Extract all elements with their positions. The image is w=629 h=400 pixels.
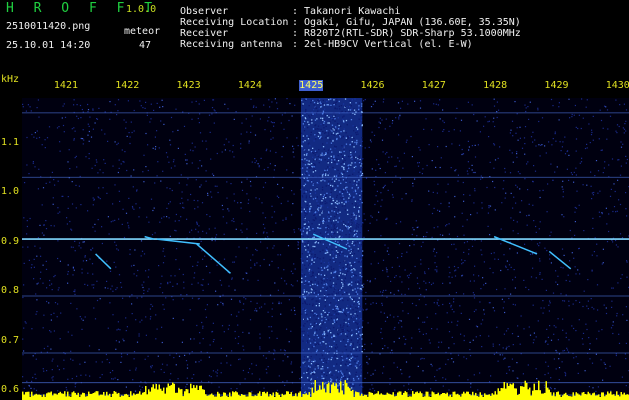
x-tick-label: 1428 [483, 80, 508, 91]
y-tick-label: 1.1 [1, 136, 20, 148]
file-name: 2510011420.png [6, 21, 91, 32]
x-tick-label: 1426 [360, 80, 385, 91]
x-tick-label: 1422 [115, 80, 140, 91]
y-tick-label: 0.8 [1, 285, 20, 297]
x-tick-label: 1425 [299, 80, 324, 91]
x-tick-label: 1430 [605, 80, 629, 91]
y-axis-unit: kHz [1, 74, 20, 85]
observation-datetime: 25.10.01 14:20 [6, 40, 91, 51]
header-panel: H R O F F T 1.0.0 2510011420.png meteor … [0, 0, 629, 76]
x-tick-label: 1423 [176, 80, 201, 91]
x-tick-label: 1429 [544, 80, 569, 91]
x-tick-label: 1427 [421, 80, 446, 91]
mode-label: meteor [124, 26, 161, 37]
x-tick-label: 1424 [237, 80, 262, 91]
meteor-count: 47 [139, 40, 152, 51]
spectrogram-canvas [22, 98, 629, 400]
y-tick-label: 0.6 [1, 384, 20, 396]
spectrogram [22, 98, 629, 400]
y-tick-label: 0.9 [1, 235, 20, 247]
info-key: Receiving antenna [180, 39, 283, 50]
app-version: 1.0.0 [126, 4, 157, 15]
info-value: : 2el-HB9CV Vertical (el. E-W) [292, 39, 473, 50]
x-tick-label: 1421 [53, 80, 78, 91]
x-axis: kHz 1421 1422 1423 1424 1425 1426 1427 1428 1429… [0, 74, 629, 98]
y-tick-label: 1.0 [1, 186, 20, 198]
y-tick-label: 0.7 [1, 334, 20, 346]
